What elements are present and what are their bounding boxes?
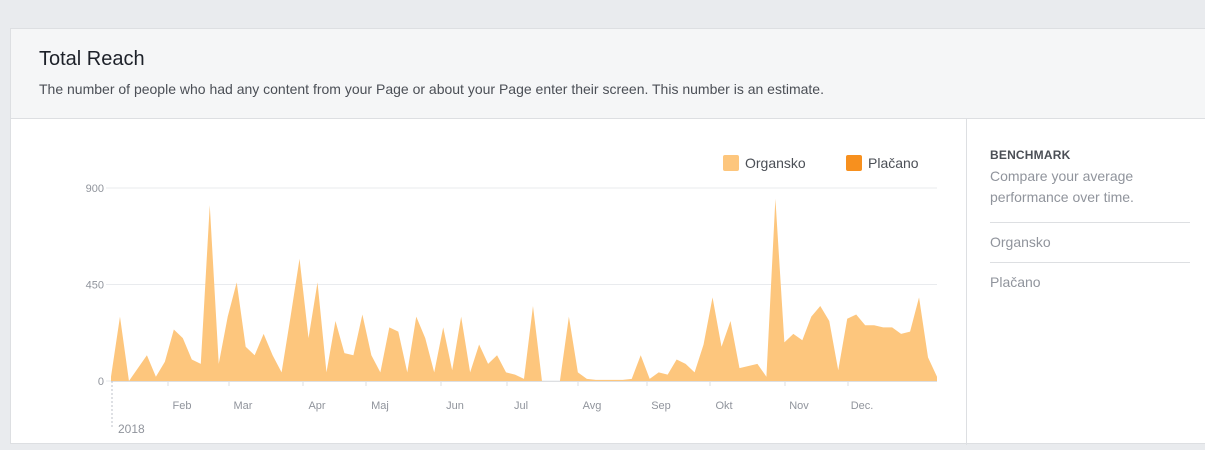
benchmark-item-label: Plačano xyxy=(990,274,1041,290)
y-tick-label: 450 xyxy=(86,280,104,292)
benchmark-item-label: Organsko xyxy=(990,234,1051,250)
x-tick-label: Nov xyxy=(789,400,809,412)
reach-chart: 900 450 0 Feb Mar Apr Maj Jun Jul Avg Sep Okt Nov Dec… xyxy=(11,119,966,445)
x-tick-label: Okt xyxy=(715,400,732,412)
legend-label[interactable]: Plačano xyxy=(868,155,919,171)
card-title: Total Reach xyxy=(39,48,145,70)
benchmark-panel: BENCHMARK Compare your average performan… xyxy=(966,119,1205,445)
x-tick-label: Maj xyxy=(371,400,389,412)
benchmark-description: Compare your average performance over ti… xyxy=(990,168,1134,205)
total-reach-card: Total Reach The number of people who had… xyxy=(10,28,1205,445)
x-tick-label: Avg xyxy=(583,400,602,412)
legend-swatch[interactable] xyxy=(723,155,739,171)
y-tick-label: 900 xyxy=(86,183,104,195)
x-tick-label: Apr xyxy=(308,400,325,412)
benchmark-title: BENCHMARK xyxy=(990,148,1071,162)
benchmark-item-paid[interactable]: Plačano xyxy=(990,262,1190,302)
year-label: 2018 xyxy=(118,422,145,436)
card-subtitle: The number of people who had any content… xyxy=(39,81,824,97)
legend-swatch[interactable] xyxy=(846,155,862,171)
series-area-organic xyxy=(111,198,937,381)
benchmark-item-organic[interactable]: Organsko xyxy=(990,222,1190,262)
x-tick-label: Mar xyxy=(234,400,253,412)
card-header: Total Reach The number of people who had… xyxy=(11,29,1205,119)
y-tick-label: 0 xyxy=(98,376,104,388)
x-tick-label: Feb xyxy=(173,400,192,412)
x-tick-label: Sep xyxy=(651,400,671,412)
chart-svg: 900 450 0 Feb Mar Apr Maj Jun Jul Avg Sep Okt Nov Dec… xyxy=(86,155,937,436)
x-tick-label: Dec. xyxy=(851,400,874,412)
x-tick-label: Jun xyxy=(446,400,464,412)
x-tick-label: Jul xyxy=(514,400,528,412)
legend-label[interactable]: Organsko xyxy=(745,155,806,171)
